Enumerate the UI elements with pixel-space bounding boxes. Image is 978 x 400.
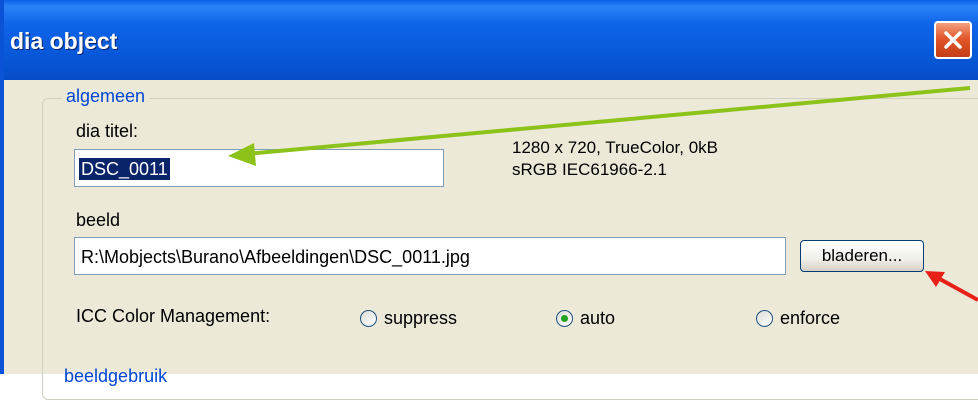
green-arrow-icon: [228, 86, 971, 166]
red-arrow-icon: [925, 271, 978, 302]
next-group-label-partial: beeldgebruik: [64, 366, 168, 386]
annotation-arrows: [228, 86, 978, 302]
